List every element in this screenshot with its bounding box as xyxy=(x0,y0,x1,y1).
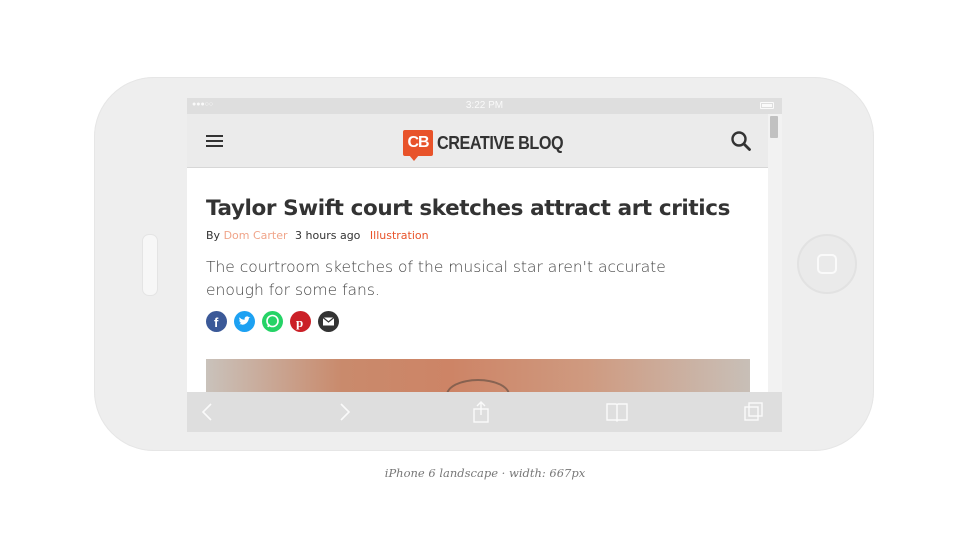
pinterest-icon[interactable]: p xyxy=(290,311,311,332)
category-link[interactable]: Illustration xyxy=(370,229,429,242)
home-button[interactable] xyxy=(797,234,857,294)
search-icon[interactable] xyxy=(730,130,752,152)
publish-time: 3 hours ago xyxy=(295,229,361,242)
tabs-icon[interactable] xyxy=(743,401,765,423)
email-icon[interactable] xyxy=(318,311,339,332)
share-icon[interactable] xyxy=(470,401,492,423)
hamburger-menu-icon[interactable] xyxy=(206,135,223,147)
forward-icon[interactable] xyxy=(333,401,355,423)
browser-toolbar xyxy=(187,392,782,432)
facebook-icon[interactable]: f xyxy=(206,311,227,332)
back-icon[interactable] xyxy=(197,401,219,423)
svg-text:f: f xyxy=(214,315,219,330)
device-caption: iPhone 6 landscape · width: 667px xyxy=(384,466,586,480)
site-logo[interactable]: CB CREATIVE BLOQ xyxy=(403,128,577,161)
svg-text:p: p xyxy=(296,315,303,330)
scroll-thumb[interactable] xyxy=(770,116,778,138)
whatsapp-icon[interactable] xyxy=(262,311,283,332)
speaker-slot xyxy=(142,234,158,296)
by-label: By xyxy=(206,229,221,242)
site-header: CB CREATIVE BLOQ xyxy=(187,114,768,168)
phone-screen: ●●●○○ 3:22 PM CB CREATIVE BLOQ Taylor Sw… xyxy=(187,98,782,432)
status-bar: ●●●○○ 3:22 PM xyxy=(187,98,782,114)
article-content: Taylor Swift court sketches attract art … xyxy=(187,168,768,411)
battery-icon xyxy=(760,102,774,109)
logo-mark: CB xyxy=(403,130,433,161)
article-byline: By Dom Carter 3 hours ago Illustration xyxy=(206,229,429,242)
scrollbar[interactable] xyxy=(768,114,782,392)
author-link[interactable]: Dom Carter xyxy=(224,229,288,242)
bookmarks-icon[interactable] xyxy=(606,401,628,423)
share-buttons: f p xyxy=(206,311,339,332)
status-time: 3:22 PM xyxy=(465,100,504,111)
twitter-icon[interactable] xyxy=(234,311,255,332)
home-square-icon xyxy=(817,254,837,274)
article-title[interactable]: Taylor Swift court sketches attract art … xyxy=(206,196,730,221)
article-summary: The courtroom sketches of the musical st… xyxy=(206,258,666,299)
logo-text: CREATIVE BLOQ xyxy=(437,132,564,153)
